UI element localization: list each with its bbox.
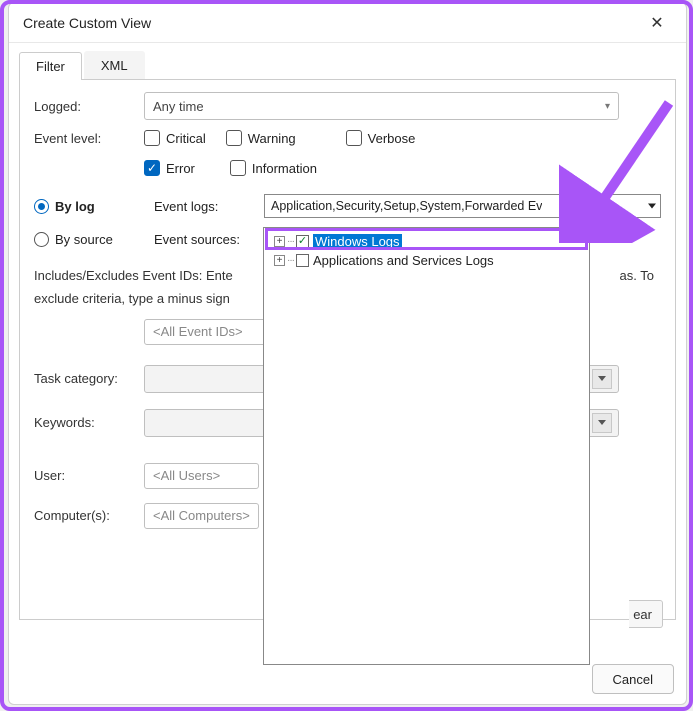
tree-checkbox-checked[interactable]	[296, 235, 309, 248]
tree-dots: ···	[287, 236, 294, 247]
dropdown-button-icon	[592, 369, 612, 389]
event-logs-value: Application,Security,Setup,System,Forwar…	[271, 199, 542, 213]
clear-button-fragment[interactable]: ear	[629, 600, 663, 628]
dialog-window: Create Custom View ✕ Filter XML Logged: …	[8, 2, 687, 705]
task-category-label: Task category:	[34, 371, 144, 386]
radio-dot-checked	[34, 199, 49, 214]
tree-label-windows-logs: Windows Logs	[313, 234, 402, 249]
close-icon: ✕	[650, 13, 663, 33]
chevron-down-icon: ▾	[605, 101, 610, 112]
tree-row-apps-services[interactable]: + ··· Applications and Services Logs	[264, 251, 589, 270]
checkbox-verbose[interactable]: Verbose	[346, 130, 416, 146]
user-input[interactable]: <All Users>	[144, 463, 259, 489]
row-event-level-2: Error Information	[34, 160, 661, 176]
logged-label: Logged:	[34, 99, 144, 114]
row-event-level: Event level: Critical Warning Verbose	[34, 130, 661, 146]
event-logs-combo[interactable]: Application,Security,Setup,System,Forwar…	[264, 194, 661, 218]
checkbox-box-checked	[144, 160, 160, 176]
tab-filter[interactable]: Filter	[19, 52, 82, 80]
event-logs-tree-dropdown[interactable]: + ··· Windows Logs + ··· Applications an…	[263, 227, 590, 665]
event-logs-label: Event logs:	[154, 199, 264, 214]
event-level-label: Event level:	[34, 131, 144, 146]
tree-row-windows-logs[interactable]: + ··· Windows Logs	[264, 232, 589, 251]
tree-expander-icon[interactable]: +	[274, 236, 285, 247]
checkbox-box	[230, 160, 246, 176]
radio-dot	[34, 232, 49, 247]
dropdown-button-icon	[592, 413, 612, 433]
event-sources-label: Event sources:	[154, 232, 264, 247]
logged-value: Any time	[153, 99, 204, 114]
dialog-content: Filter XML Logged: Any time ▾ Event leve…	[9, 43, 686, 654]
dialog-title: Create Custom View	[23, 15, 151, 31]
cancel-button[interactable]: Cancel	[592, 664, 674, 694]
row-logged: Logged: Any time ▾	[34, 92, 661, 120]
row-event-logs: By log Event logs: Application,Security,…	[34, 194, 661, 218]
computers-label: Computer(s):	[34, 508, 144, 523]
titlebar: Create Custom View ✕	[9, 3, 686, 43]
checkbox-box	[346, 130, 362, 146]
event-ids-input[interactable]: <All Event IDs>	[144, 319, 274, 345]
keywords-label: Keywords:	[34, 415, 144, 430]
checkbox-warning[interactable]: Warning	[226, 130, 296, 146]
tab-xml[interactable]: XML	[84, 51, 145, 79]
close-button[interactable]: ✕	[642, 8, 672, 38]
logged-dropdown[interactable]: Any time ▾	[144, 92, 619, 120]
checkbox-box	[144, 130, 160, 146]
checkbox-information[interactable]: Information	[230, 160, 317, 176]
user-label: User:	[34, 468, 144, 483]
checkbox-box	[226, 130, 242, 146]
checkbox-critical[interactable]: Critical	[144, 130, 206, 146]
computers-input[interactable]: <All Computers>	[144, 503, 259, 529]
checkbox-error[interactable]: Error	[144, 160, 195, 176]
radio-by-source[interactable]: By source	[34, 232, 154, 247]
tree-checkbox[interactable]	[296, 254, 309, 267]
caret-down-icon	[648, 204, 656, 209]
tab-strip: Filter XML	[19, 51, 676, 80]
tree-dots: ···	[287, 255, 294, 266]
radio-by-log[interactable]: By log	[34, 199, 154, 214]
tree-label-apps-services: Applications and Services Logs	[313, 253, 494, 268]
tree-expander-icon[interactable]: +	[274, 255, 285, 266]
